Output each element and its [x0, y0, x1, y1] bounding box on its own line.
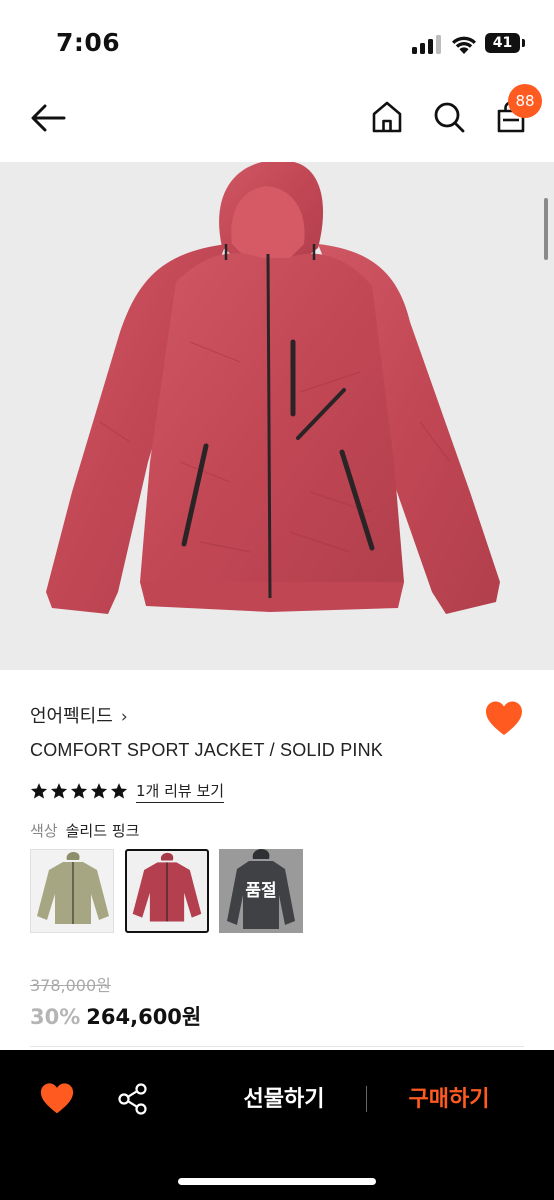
cellular-signal-icon — [412, 34, 442, 54]
sold-out-label: 품절 — [245, 881, 277, 901]
discount-rate: 30% — [30, 1005, 81, 1029]
share-icon[interactable] — [116, 1082, 150, 1116]
back-arrow-icon[interactable] — [28, 100, 68, 136]
color-swatch-pink[interactable] — [125, 849, 209, 933]
wifi-icon — [452, 36, 476, 54]
star-icon — [110, 783, 128, 799]
brand-name: 언어펙티드 — [30, 706, 113, 727]
khaki-jacket-thumbnail — [37, 852, 109, 924]
star-icon — [70, 783, 88, 799]
battery-level: 41 — [492, 35, 513, 51]
cart-count-badge: 88 — [508, 84, 542, 118]
product-image[interactable] — [0, 162, 554, 670]
status-bar: 7:06 41 — [0, 0, 554, 80]
color-swatch-black[interactable]: 품절 — [219, 849, 303, 933]
home-indicator[interactable] — [178, 1178, 376, 1185]
product-name: COMFORT SPORT JACKET / SOLID PINK — [30, 740, 384, 760]
star-icon — [50, 783, 68, 799]
brand-link[interactable]: 언어펙티드 › — [30, 702, 128, 728]
jacket-photo — [46, 162, 500, 614]
color-option-row: 색상 솔리드 핑크 — [30, 820, 139, 841]
search-icon[interactable] — [430, 98, 468, 136]
status-time: 7:06 — [56, 28, 121, 57]
color-label: 색상 — [30, 822, 58, 840]
app-header — [0, 80, 554, 162]
battery-icon: 41 — [485, 33, 525, 53]
star-icon — [30, 783, 48, 799]
star-rating — [30, 782, 128, 800]
chevron-right-icon: › — [120, 707, 128, 727]
sale-price: 264,600원 — [86, 1005, 202, 1029]
pink-jacket-thumbnail — [132, 852, 202, 922]
button-divider — [366, 1086, 367, 1112]
rating-row: 1개 리뷰 보기 — [30, 778, 225, 804]
bottom-action-bar: 선물하기 구매하기 — [0, 1050, 554, 1200]
selected-color: 솔리드 핑크 — [65, 822, 140, 840]
color-swatch-khaki[interactable] — [30, 849, 114, 933]
review-link[interactable]: 1개 리뷰 보기 — [136, 780, 225, 803]
price-row: 30% 264,600원 — [30, 1001, 201, 1031]
buy-button[interactable]: 구매하기 — [386, 1082, 512, 1118]
star-icon — [90, 783, 108, 799]
wishlist-heart-icon[interactable] — [38, 1082, 76, 1116]
gift-button[interactable]: 선물하기 — [220, 1082, 348, 1118]
home-icon[interactable] — [368, 98, 406, 136]
original-price: 378,000원 — [30, 976, 111, 995]
image-scroll-indicator — [544, 198, 548, 260]
heart-icon[interactable] — [484, 700, 524, 738]
